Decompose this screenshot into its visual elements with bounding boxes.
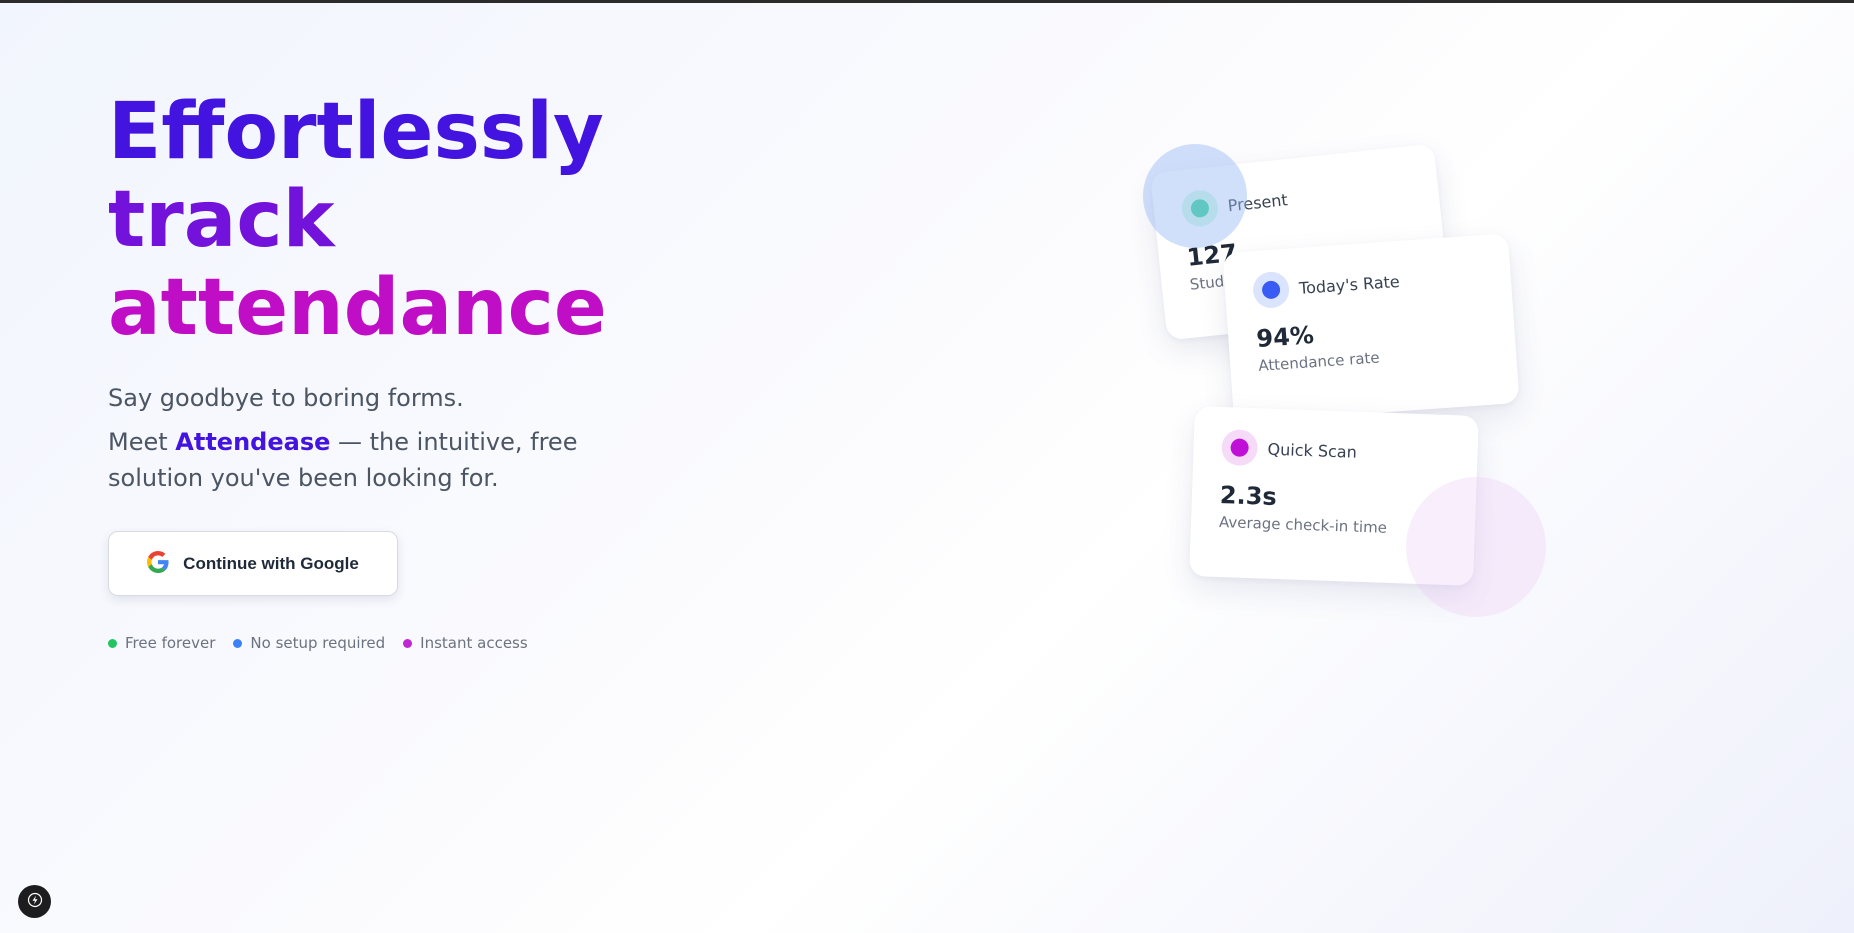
dev-indicator-button[interactable]: [18, 885, 51, 918]
feature-label: Instant access: [420, 634, 528, 652]
headline-line-1: Effortlessly: [108, 87, 604, 177]
decorative-blue-circle: [1143, 144, 1247, 248]
feature-free: Free forever: [108, 634, 215, 652]
card-value: 2.3s: [1219, 481, 1278, 511]
google-g-icon: [147, 551, 169, 576]
card-title: Quick Scan: [1267, 439, 1358, 462]
headline-line-3: attendance: [108, 263, 607, 353]
feature-list: Free forever No setup required Instant a…: [108, 634, 528, 652]
todays-rate-card: Today's Rate 94% Attendance rate: [1222, 233, 1520, 423]
google-button-label: Continue with Google: [183, 553, 359, 573]
continue-with-google-button[interactable]: Continue with Google: [108, 531, 398, 596]
rate-status-icon: [1251, 270, 1291, 310]
magenta-dot-icon: [403, 638, 413, 648]
feature-label: No setup required: [250, 634, 386, 652]
hero-headline: Effortlessly track attendance: [108, 88, 668, 352]
headline-line-2: track: [108, 175, 335, 265]
top-border: [0, 0, 1854, 3]
feature-no-setup: No setup required: [233, 634, 385, 652]
feature-label: Free forever: [125, 634, 216, 652]
green-dot-icon: [108, 638, 117, 648]
lightning-icon: [27, 892, 43, 912]
hero-tagline: Meet Attendease — the intuitive, free so…: [108, 424, 608, 496]
feature-instant: Instant access: [403, 634, 528, 652]
hero-section: Effortlessly track attendance Say goodby…: [108, 88, 668, 652]
decorative-pink-circle: [1406, 477, 1546, 617]
scan-status-icon: [1221, 429, 1259, 467]
brand-name: Attendease: [175, 428, 331, 456]
tagline-prefix: Meet: [108, 428, 176, 456]
card-title: Today's Rate: [1298, 271, 1401, 298]
hero-subtitle: Say goodbye to boring forms.: [108, 384, 464, 412]
blue-dot-icon: [233, 638, 243, 648]
